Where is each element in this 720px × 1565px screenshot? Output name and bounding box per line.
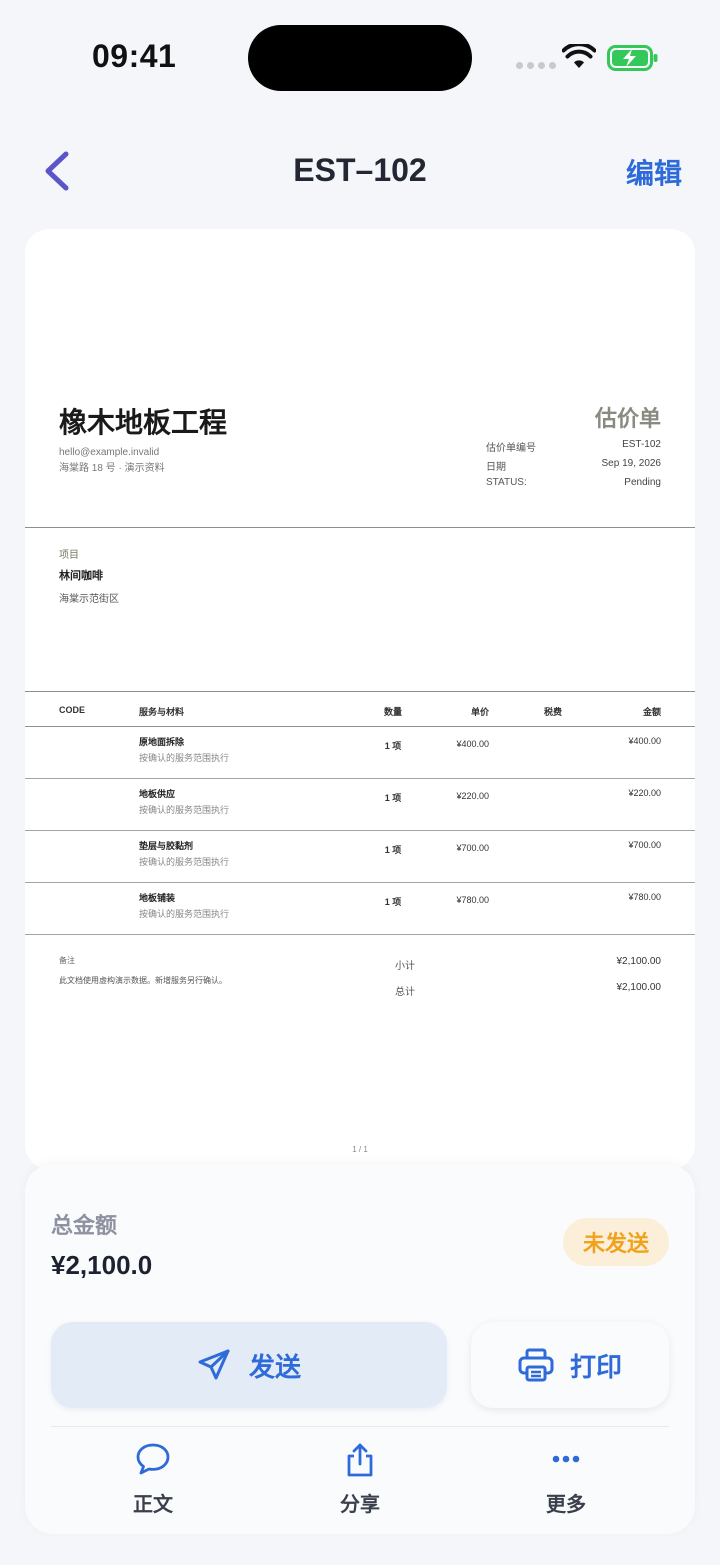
tab-more-label: 更多 xyxy=(546,1494,586,1516)
print-button[interactable]: 打印 xyxy=(471,1322,669,1408)
status-badge: 未发送 xyxy=(563,1218,669,1266)
table-row: 原地面拆除 按确认的服务范围执行 1 项 ¥400.00 ¥400.00 xyxy=(25,727,695,779)
divider xyxy=(25,934,695,935)
item-price: ¥220.00 xyxy=(456,791,489,801)
item-amount: ¥780.00 xyxy=(628,892,661,902)
divider xyxy=(51,1426,669,1427)
company-name: 橡木地板工程 xyxy=(59,407,228,438)
page-number: 1 / 1 xyxy=(352,1145,368,1154)
document-type: 估价单 xyxy=(594,406,661,431)
item-desc: 按确认的服务范围执行 xyxy=(139,857,230,867)
wifi-icon xyxy=(562,44,596,68)
meta-value: EST-102 xyxy=(622,439,661,450)
meta-value: Pending xyxy=(624,477,661,488)
item-price: ¥700.00 xyxy=(456,843,489,853)
send-button[interactable]: 发送 xyxy=(51,1322,447,1408)
item-desc: 按确认的服务范围执行 xyxy=(139,909,230,919)
tab-share[interactable]: 分享 xyxy=(300,1438,420,1518)
item-name: 地板铺装 xyxy=(139,893,176,903)
subtotal-value: ¥2,100.00 xyxy=(616,956,662,967)
tab-share-label: 分享 xyxy=(340,1494,380,1516)
header-tax: 税费 xyxy=(543,707,562,717)
item-name: 原地面拆除 xyxy=(139,737,185,747)
print-button-label: 打印 xyxy=(569,1351,622,1382)
total-value: ¥2,100.0 xyxy=(51,1250,153,1280)
table-row: 垫层与胶黏剂 按确认的服务范围执行 1 项 ¥700.00 ¥700.00 xyxy=(25,831,695,883)
tab-more[interactable]: 更多 xyxy=(506,1438,626,1518)
item-price: ¥400.00 xyxy=(456,739,489,749)
subtotal-label: 小计 xyxy=(395,961,415,972)
tab-body[interactable]: 正文 xyxy=(93,1438,213,1518)
client-label: 项目 xyxy=(59,550,79,561)
notes-text: 此文档使用虚构演示数据。新增服务另行确认。 xyxy=(59,976,227,985)
item-price: ¥780.00 xyxy=(456,895,489,905)
company-email: hello@example.invalid xyxy=(59,447,160,458)
notes-label: 备注 xyxy=(59,956,75,965)
header-code: CODE xyxy=(59,705,86,715)
chat-bubble-icon xyxy=(136,1443,170,1475)
header-amount: 金额 xyxy=(642,707,661,717)
item-desc: 按确认的服务范围执行 xyxy=(139,753,230,763)
meta-value: Sep 19, 2026 xyxy=(601,458,662,469)
meta-key: 估价单编号 xyxy=(486,443,536,454)
signal-icon xyxy=(516,62,556,69)
printer-icon xyxy=(518,1348,554,1382)
nav-bar: EST–102 编辑 xyxy=(0,130,720,210)
send-icon xyxy=(198,1349,230,1380)
item-desc: 按确认的服务范围执行 xyxy=(139,805,230,815)
status-time: 09:41 xyxy=(92,38,177,74)
divider xyxy=(25,527,695,528)
item-amount: ¥400.00 xyxy=(628,736,661,746)
share-icon xyxy=(347,1443,373,1477)
meta-row: STATUS: Pending xyxy=(486,477,661,496)
send-button-label: 发送 xyxy=(248,1351,301,1382)
header-price: 单价 xyxy=(470,707,489,717)
more-icon xyxy=(552,1455,580,1463)
client-name: 林间咖啡 xyxy=(59,570,103,582)
table-row: 地板供应 按确认的服务范围执行 1 项 ¥220.00 ¥220.00 xyxy=(25,779,695,831)
dynamic-island xyxy=(248,25,472,91)
page-title: EST–102 xyxy=(293,152,427,188)
status-bar: 09:41 xyxy=(0,0,720,116)
meta-key: 日期 xyxy=(486,462,506,473)
item-name: 地板供应 xyxy=(139,789,176,799)
tab-body-label: 正文 xyxy=(133,1494,173,1516)
meta-row: 估价单编号 EST-102 xyxy=(486,439,661,458)
item-amount: ¥700.00 xyxy=(628,840,661,850)
bottom-panel: 总金额 ¥2,100.0 未发送 发送 打印 正文 分享 更多 xyxy=(25,1164,695,1534)
item-amount: ¥220.00 xyxy=(628,788,661,798)
item-name: 垫层与胶黏剂 xyxy=(139,841,194,851)
edit-button[interactable]: 编辑 xyxy=(626,152,682,192)
company-address: 海棠路 18 号 · 演示资料 xyxy=(59,463,165,474)
battery-icon xyxy=(607,45,658,71)
header-item: 服务与材料 xyxy=(139,707,185,717)
total-label: 总金额 xyxy=(51,1213,118,1238)
document-preview[interactable]: 橡木地板工程 hello@example.invalid 海棠路 18 号 · … xyxy=(25,229,695,1169)
document-meta: 估价单编号 EST-102 日期 Sep 19, 2026 STATUS: Pe… xyxy=(486,439,661,496)
doc-total-label: 总计 xyxy=(395,987,415,998)
divider xyxy=(25,691,695,692)
meta-key: STATUS: xyxy=(486,477,527,488)
meta-row: 日期 Sep 19, 2026 xyxy=(486,458,661,477)
doc-total-value: ¥2,100.00 xyxy=(616,982,662,993)
company-contact: hello@example.invalid 海棠路 18 号 · 演示资料 xyxy=(59,445,165,477)
client-address: 海棠示范街区 xyxy=(59,594,119,605)
table-row: 地板铺装 按确认的服务范围执行 1 项 ¥780.00 ¥780.00 xyxy=(25,883,695,935)
